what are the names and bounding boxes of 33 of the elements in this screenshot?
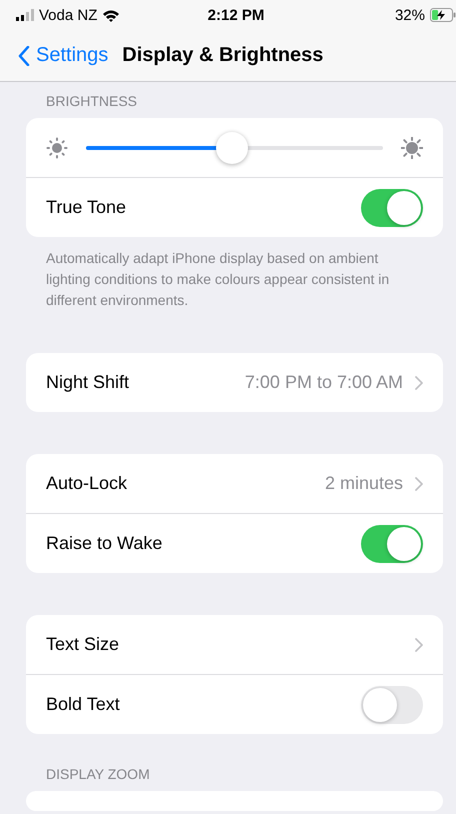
setting-value: 7:00 PM to 7:00 AM — [244, 372, 403, 393]
section-header: BRIGHTNESS — [45, 92, 138, 111]
setting-label: Bold Text — [46, 694, 120, 715]
section-header: DISPLAY ZOOM — [45, 765, 151, 784]
wifi-icon — [102, 8, 120, 22]
page-title: Display & Brightness — [122, 44, 324, 67]
toggle-switch[interactable] — [361, 524, 423, 562]
sun-large-icon — [401, 136, 423, 158]
brightness-slider[interactable] — [86, 132, 383, 164]
setting-value: 2 minutes — [324, 473, 403, 494]
setting-row[interactable]: Night Shift 7:00 PM to 7:00 AM — [26, 353, 443, 412]
setting-row[interactable]: Text Size — [26, 615, 443, 674]
sun-small-icon — [46, 136, 68, 158]
setting-label: True Tone — [46, 197, 126, 218]
section-footnote: Automatically adapt iPhone display based on ambient lighting conditions to make colours appear consistent in different environments. — [45, 249, 390, 310]
clock-time: 2:12 PM — [208, 6, 264, 24]
back-button[interactable]: Settings — [18, 44, 108, 67]
chevron-right-icon — [415, 476, 423, 490]
toggle-switch[interactable] — [361, 188, 423, 226]
signal-icon — [16, 9, 34, 21]
setting-label: Auto-Lock — [46, 473, 128, 494]
slider-thumb[interactable] — [216, 132, 248, 164]
setting-row[interactable]: Auto-Lock 2 minutes — [26, 454, 443, 513]
toggle-switch[interactable] — [361, 686, 423, 724]
chevron-right-icon — [415, 638, 423, 652]
setting-label: Text Size — [46, 634, 120, 655]
battery-icon — [430, 8, 456, 22]
setting-label: Raise to Wake — [46, 533, 162, 554]
chevron-right-icon — [415, 376, 423, 390]
battery-percent: 32% — [394, 6, 425, 24]
chevron-left-icon — [18, 46, 30, 66]
carrier-name: Voda NZ — [39, 6, 98, 24]
setting-label: Night Shift — [46, 372, 130, 393]
